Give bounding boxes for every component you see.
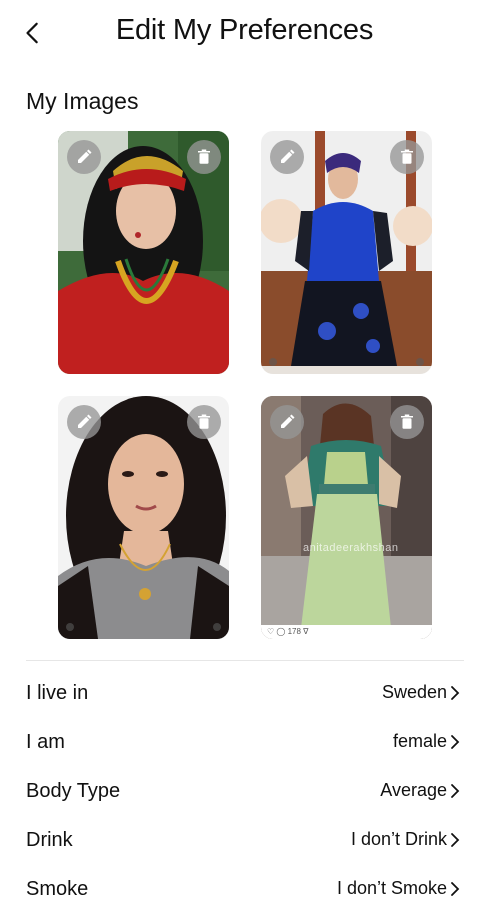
profile-photo[interactable]	[261, 131, 432, 374]
divider	[26, 660, 464, 661]
photo-watermark: anitadeerakhshan	[303, 542, 399, 554]
delete-photo-button[interactable]	[390, 140, 424, 174]
chevron-right-icon	[451, 784, 460, 798]
trash-icon	[198, 414, 210, 429]
profile-photo[interactable]	[58, 396, 229, 639]
edit-photo-button[interactable]	[270, 405, 304, 439]
chevron-right-icon	[451, 882, 460, 896]
save-icon	[416, 358, 424, 366]
save-icon	[213, 623, 221, 631]
pencil-icon	[78, 414, 92, 428]
pref-value: Average	[380, 780, 447, 800]
edit-photo-button[interactable]	[67, 140, 101, 174]
pencil-icon	[281, 149, 295, 163]
profile-photo[interactable]	[58, 131, 229, 374]
pref-row-gender[interactable]: I am female	[0, 717, 489, 766]
chevron-right-icon	[451, 833, 460, 847]
images-grid: anitadeerakhshan ♡ ◯ 178 ∇	[0, 0, 489, 660]
delete-photo-button[interactable]	[187, 140, 221, 174]
social-strip: ♡ ◯ 178 ∇	[261, 625, 432, 639]
pref-row-smoke[interactable]: Smoke I don’t Smoke	[0, 864, 489, 913]
pref-value: I don’t Smoke	[336, 878, 447, 898]
trash-icon	[401, 414, 413, 429]
profile-icon	[66, 623, 74, 631]
trash-icon	[401, 149, 413, 164]
edit-photo-button[interactable]	[270, 140, 304, 174]
chevron-right-icon	[451, 735, 460, 749]
pref-row-drink[interactable]: Drink I don’t Drink	[0, 815, 489, 864]
pref-value: Sweden	[381, 682, 447, 702]
pencil-icon	[281, 414, 295, 428]
pref-label: Smoke	[26, 878, 89, 900]
pencil-icon	[78, 149, 92, 163]
delete-photo-button[interactable]	[390, 405, 424, 439]
edit-photo-button[interactable]	[67, 405, 101, 439]
pref-row-body-type[interactable]: Body Type Average	[0, 766, 489, 815]
pref-value: I don’t Drink	[350, 829, 447, 849]
pref-label: Drink	[26, 829, 73, 851]
pref-value: female	[392, 731, 447, 751]
profile-photo[interactable]: anitadeerakhshan ♡ ◯ 178 ∇	[261, 396, 432, 639]
pref-label: I live in	[26, 682, 89, 704]
pref-label: I am	[26, 731, 65, 753]
pref-label: Body Type	[26, 780, 121, 802]
preferences-list: I live in Sweden I am female Body Type A…	[0, 668, 489, 913]
trash-icon	[198, 149, 210, 164]
pref-row-live-in[interactable]: I live in Sweden	[0, 668, 489, 717]
chevron-right-icon	[451, 686, 460, 700]
profile-icon	[269, 358, 277, 366]
delete-photo-button[interactable]	[187, 405, 221, 439]
